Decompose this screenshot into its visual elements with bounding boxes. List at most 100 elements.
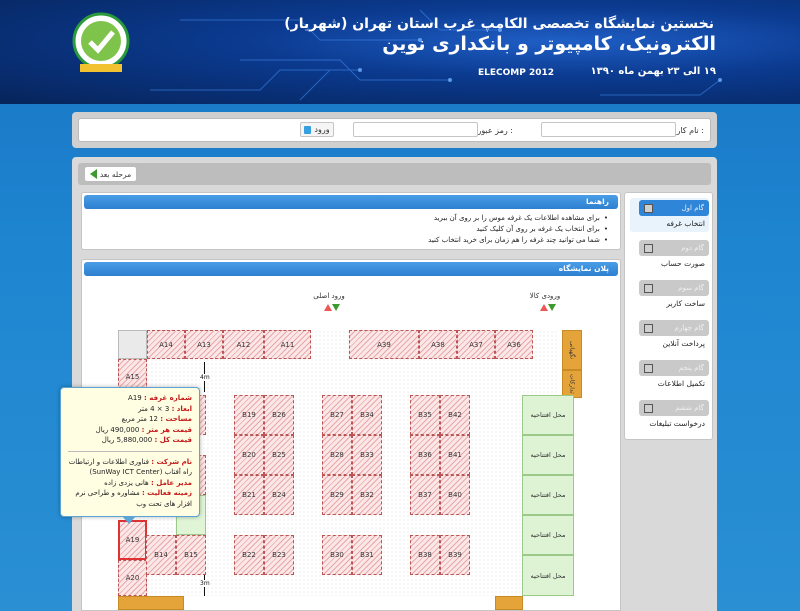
booth-B37[interactable]: B37 — [410, 475, 440, 515]
bottom-service-block — [118, 596, 184, 610]
booth-label: B34 — [360, 411, 374, 419]
booth-label: A13 — [197, 340, 211, 349]
booth-label: B25 — [272, 451, 286, 459]
booth-B23[interactable]: B23 — [264, 535, 294, 575]
booth-B22[interactable]: B22 — [234, 535, 264, 575]
wizard-toolbar: مرحله بعد — [78, 163, 711, 185]
booth-B38[interactable]: B38 — [410, 535, 440, 575]
booth-label: B37 — [418, 491, 432, 499]
booth-label: A20 — [125, 574, 140, 582]
booth-label: B42 — [448, 411, 462, 419]
step-label: درخواست تبلیغات — [649, 419, 705, 428]
booth-label: A19 — [125, 536, 140, 544]
step-6[interactable]: گام ششم درخواست تبلیغات — [630, 398, 709, 432]
booth-B29[interactable]: B29 — [322, 475, 352, 515]
booth-A11[interactable]: A11 — [264, 330, 311, 359]
step-label: تکمیل اطلاعات — [657, 379, 705, 388]
login-icon — [304, 125, 312, 134]
booth-label: B38 — [418, 551, 432, 559]
booth-A20[interactable]: A20 — [118, 560, 147, 596]
username-input[interactable] — [541, 122, 676, 137]
banner-dates: ۱۹ الی ۲۳ بهمن ماه ۱۳۹۰ — [590, 66, 716, 77]
booth-B30[interactable]: B30 — [322, 535, 352, 575]
login-button[interactable]: ورود — [300, 122, 334, 137]
guide-list: برای مشاهده اطلاعات یک غرفه موس را بر رو… — [428, 213, 608, 246]
booth-label: تدارکات — [568, 374, 576, 394]
step-1[interactable]: گام اول انتخاب غرفه — [630, 198, 709, 232]
booth-A19[interactable]: A19 — [118, 520, 147, 560]
booth-B36[interactable]: B36 — [410, 435, 440, 475]
booth-label: B29 — [330, 491, 344, 499]
tip-dimensions: ابعاد : 3 × 4 متر — [138, 404, 192, 413]
booth-label: A39 — [377, 340, 391, 349]
supply-room: تدارکات — [562, 370, 582, 398]
tip-price-per-meter: قیمت هر متر : 490,000 ریال — [95, 425, 192, 434]
booth-A37[interactable]: A37 — [457, 330, 495, 359]
corner-block — [118, 330, 147, 359]
booth-label: B35 — [418, 411, 432, 419]
booth-B26[interactable]: B26 — [264, 395, 294, 435]
booth-A39[interactable]: A39 — [349, 330, 419, 359]
booth-label: محل افتتاحیه — [530, 531, 566, 539]
step-checkbox-icon — [644, 283, 653, 293]
tip-company: نام شرکت : فناوری اطلاعات و ارتباطات راه… — [68, 457, 192, 477]
booth-B25[interactable]: B25 — [264, 435, 294, 475]
booth-B35[interactable]: B35 — [410, 395, 440, 435]
booth-label: B15 — [184, 551, 198, 559]
password-input[interactable] — [353, 122, 478, 137]
arrow-down-icon — [547, 304, 556, 311]
step-checkbox-icon — [644, 403, 653, 413]
booth-label: محل افتتاحیه — [530, 491, 566, 499]
booth-A14[interactable]: A14 — [147, 330, 185, 359]
booth-B21[interactable]: B21 — [234, 475, 264, 515]
booth-B40[interactable]: B40 — [440, 475, 470, 515]
next-step-button[interactable]: مرحله بعد — [84, 166, 137, 182]
booth-A38[interactable]: A38 — [419, 330, 457, 359]
booth-B15[interactable]: B15 — [176, 535, 206, 575]
step-4[interactable]: گام چهارم پرداخت آنلاین — [630, 318, 709, 352]
login-bar: نام کاربری : رمز عبور : ورود — [78, 118, 711, 142]
booth-B28[interactable]: B28 — [322, 435, 352, 475]
booth-label: A11 — [280, 340, 295, 349]
booth-label: B21 — [242, 491, 256, 499]
booth-label: B22 — [242, 551, 256, 559]
step-checkbox-icon — [644, 243, 653, 253]
booth-A12[interactable]: A12 — [223, 330, 264, 359]
step-3[interactable]: گام سوم ساخت کاربر — [630, 278, 709, 312]
next-step-label: مرحله بعد — [99, 169, 132, 179]
guide-title: راهنما — [84, 195, 618, 209]
booth-B24[interactable]: B24 — [264, 475, 294, 515]
step-2[interactable]: گام دوم صورت حساب — [630, 238, 709, 272]
guide-item: برای انتخاب یک غرفه بر روی آن کلیک کنید — [428, 224, 608, 235]
booth-label: محل افتتاحیه — [530, 571, 566, 580]
step-5[interactable]: گام پنجم تکمیل اطلاعات — [630, 358, 709, 392]
tooltip-pointer — [122, 516, 136, 524]
booth-label: B39 — [448, 551, 462, 559]
booth-label: B28 — [330, 451, 344, 459]
booth-B27[interactable]: B27 — [322, 395, 352, 435]
opening-area: محل افتتاحیه — [522, 395, 574, 435]
booth-A13[interactable]: A13 — [185, 330, 223, 359]
booth-B19[interactable]: B19 — [234, 395, 264, 435]
login-button-label: ورود — [314, 125, 330, 134]
booth-B31[interactable]: B31 — [352, 535, 382, 575]
dimension-3m: 3m — [200, 580, 210, 587]
booth-B34[interactable]: B34 — [352, 395, 382, 435]
guide-item: شما می توانید چند غرفه را هم زمان برای خ… — [428, 235, 608, 246]
booth-label: A15 — [125, 373, 140, 381]
booth-B42[interactable]: B42 — [440, 395, 470, 435]
opening-area: محل افتتاحیه — [522, 515, 574, 555]
booth-B14[interactable]: B14 — [146, 535, 176, 575]
booth-B39[interactable]: B39 — [440, 535, 470, 575]
booth-A36[interactable]: A36 — [495, 330, 533, 359]
booth-B32[interactable]: B32 — [352, 475, 382, 515]
dimension-4m: 4m — [200, 374, 210, 381]
tip-total-price: قیمت کل : 5,880,000 ریال — [101, 436, 192, 444]
booth-label: A12 — [236, 340, 251, 349]
booth-B20[interactable]: B20 — [234, 435, 264, 475]
guard-room: نگهبانی — [562, 330, 582, 370]
booth-B33[interactable]: B33 — [352, 435, 382, 475]
booth-B41[interactable]: B41 — [440, 435, 470, 475]
main-panel: مرحله بعد گام اول انتخاب غرفه گام دوم صو… — [72, 157, 717, 611]
login-panel: نام کاربری : رمز عبور : ورود — [72, 112, 717, 148]
